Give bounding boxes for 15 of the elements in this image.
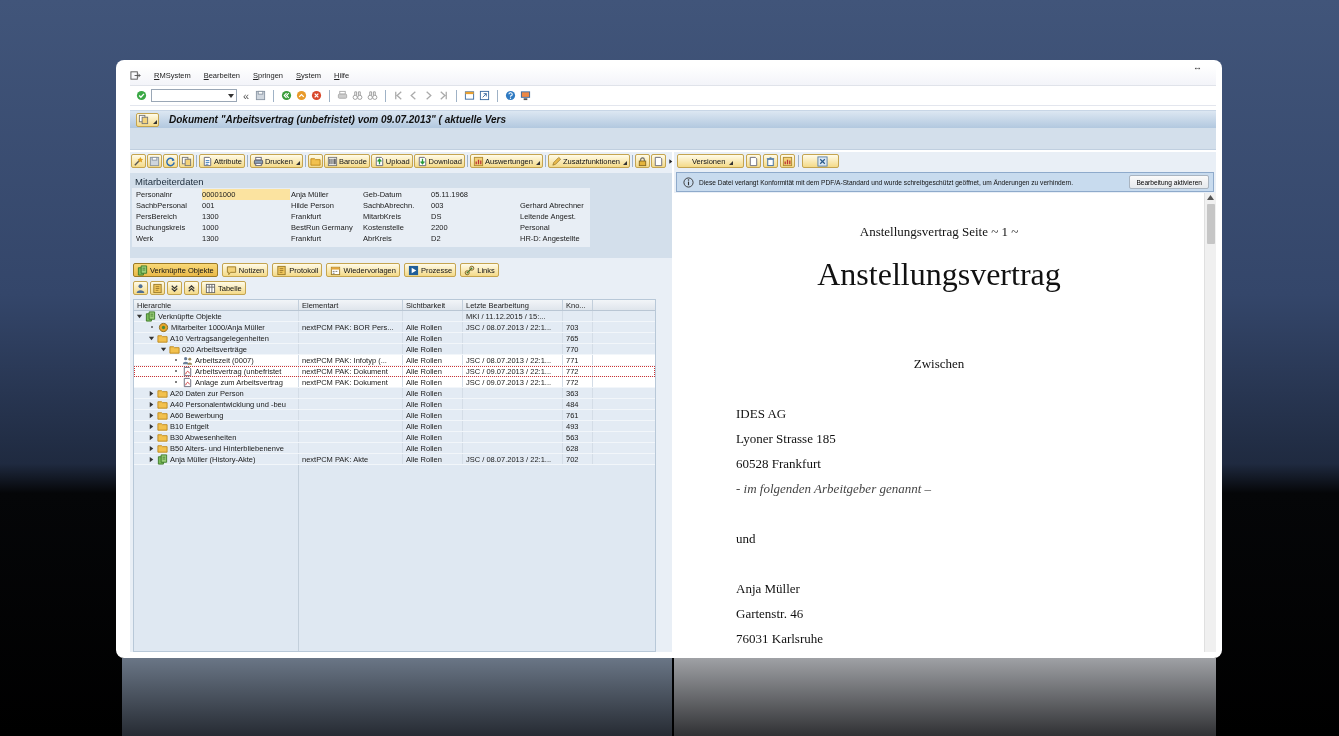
document-text: 76031 Karlsruhe [736, 630, 824, 648]
document-text: 60528 Frankfurt [736, 455, 822, 473]
document-text: IDES AG [736, 405, 788, 423]
document-title: Anstellungsvertrag [816, 255, 1062, 294]
document-text: Lyoner Strasse 185 [736, 430, 837, 448]
document-text: - im folgenden Arbeitgeber genannt – [736, 480, 933, 498]
section-title: Mitarbeiterdaten [134, 175, 205, 188]
document-text: Zwischen [912, 355, 966, 373]
document-text: und [736, 530, 757, 548]
resize-handle[interactable]: ↔ [1193, 62, 1202, 72]
document-text: Anja Müller [736, 580, 801, 598]
collapse-toggle[interactable]: « [243, 89, 250, 102]
page-header-text: Anstellungsvertrag Seite ~ 1 ~ [858, 223, 1020, 241]
document-text: Gartenstr. 46 [736, 605, 805, 623]
window-title: Dokument "Arbeitsvertrag (unbefristet) vom 09.07.2013" ( aktuelle Vers [169, 114, 506, 125]
